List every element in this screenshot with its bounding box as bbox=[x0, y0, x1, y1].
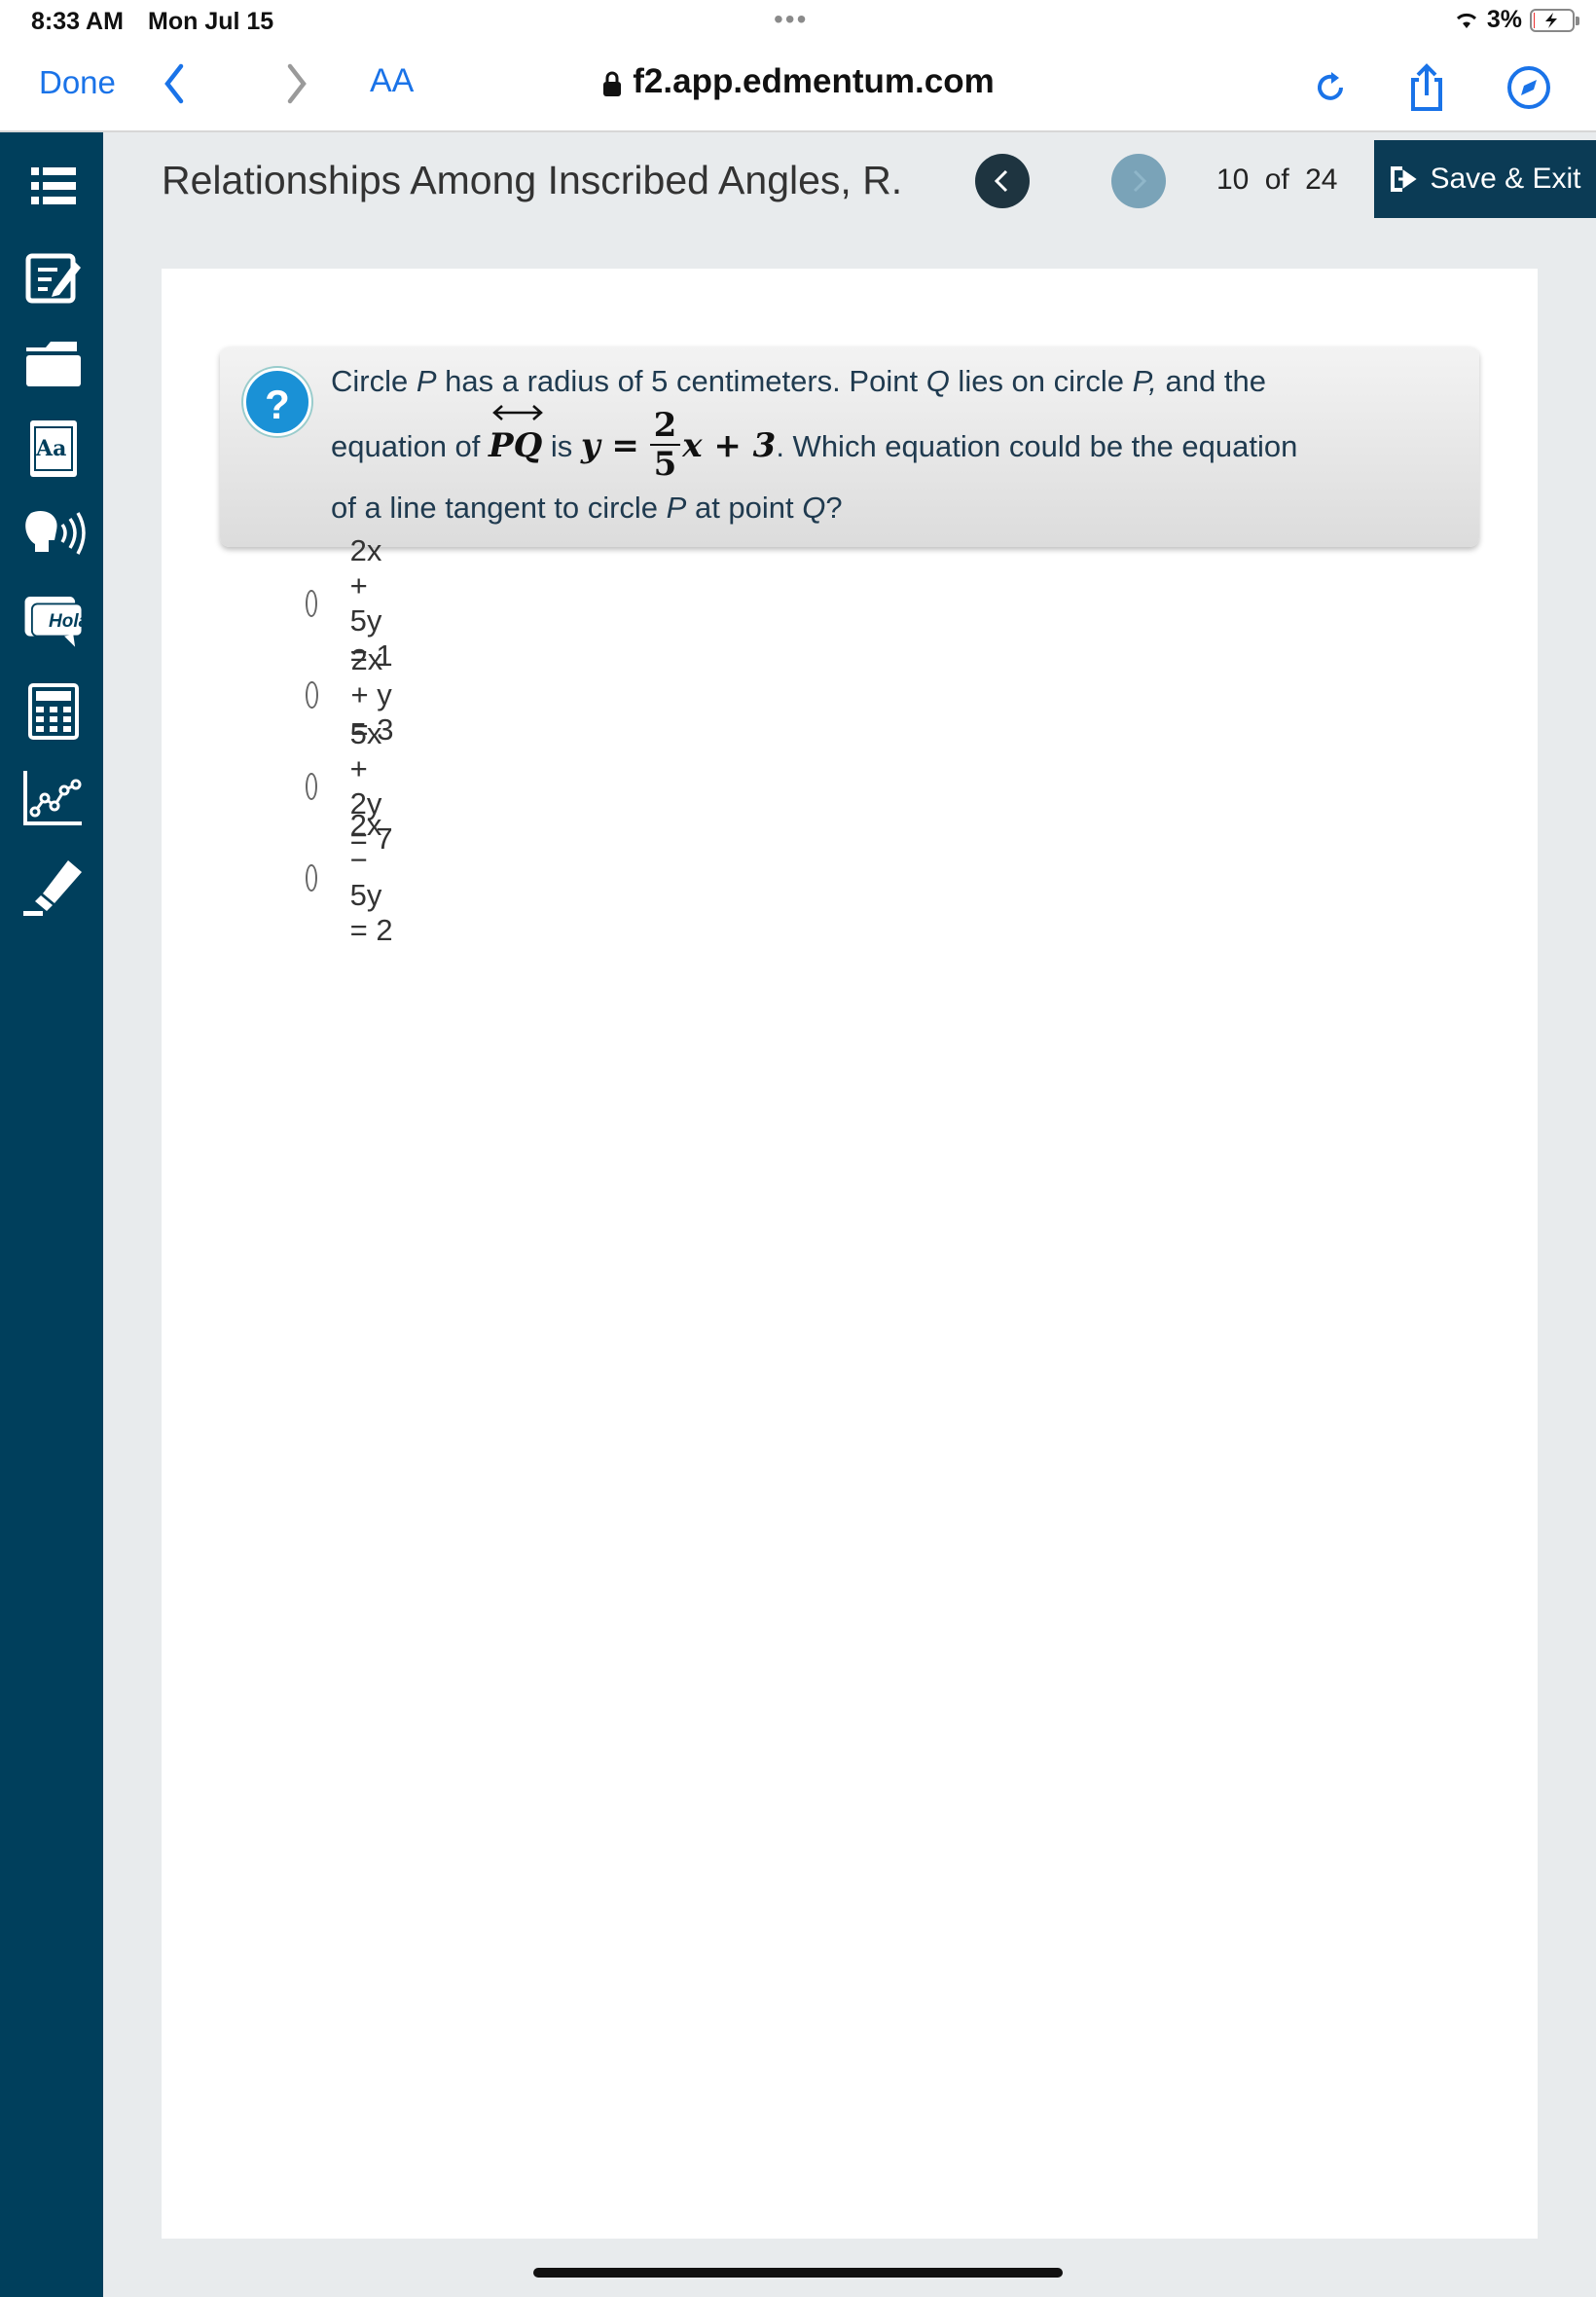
status-right: 3% bbox=[1454, 6, 1579, 34]
answer-option[interactable]: 5x + 2y = 7 bbox=[306, 716, 398, 856]
url-text: f2.app.edmentum.com bbox=[633, 62, 995, 100]
home-indicator[interactable] bbox=[533, 2268, 1063, 2278]
dictionary-badge: Aa bbox=[36, 436, 67, 461]
lesson-title: Relationships Among Inscribed Angles, R. bbox=[162, 158, 903, 202]
status-date: Mon Jul 15 bbox=[148, 8, 274, 35]
reload-icon[interactable] bbox=[1310, 58, 1353, 117]
status-bar: 8:33 AM Mon Jul 15 ••• 3% bbox=[0, 0, 1596, 45]
text-to-speech-icon[interactable] bbox=[19, 500, 88, 568]
folder-icon[interactable] bbox=[19, 329, 88, 397]
calculator-icon[interactable] bbox=[19, 677, 88, 746]
lock-icon bbox=[603, 71, 622, 96]
radio-button[interactable] bbox=[306, 590, 317, 617]
radio-button[interactable] bbox=[306, 773, 317, 800]
save-exit-button[interactable]: Save & Exit bbox=[1374, 140, 1596, 218]
highlighter-icon[interactable] bbox=[19, 853, 88, 921]
dictionary-icon[interactable]: Aa bbox=[19, 415, 88, 483]
question-line-1: Circle P has a radius of 5 centimeters. … bbox=[331, 364, 1266, 398]
translate-badge: Hola bbox=[49, 611, 90, 632]
chevron-right-icon bbox=[1133, 169, 1147, 193]
question-prompt: ? Circle P has a radius of 5 centimeters… bbox=[220, 346, 1479, 547]
page-total: 24 bbox=[1305, 164, 1338, 196]
status-time: 8:33 AM bbox=[31, 8, 124, 35]
slope-fraction: 25 bbox=[649, 407, 681, 483]
compass-icon[interactable] bbox=[1505, 58, 1553, 117]
answer-option[interactable]: 2x + 5y = 1 bbox=[306, 533, 398, 673]
chevron-left-icon bbox=[994, 169, 1008, 193]
answer-label: 2x − 5y = 2 bbox=[349, 808, 393, 947]
page-current: 10 bbox=[1216, 164, 1250, 196]
battery-icon bbox=[1530, 8, 1579, 32]
radio-button[interactable] bbox=[306, 681, 318, 709]
answer-option[interactable]: 2x − 5y = 2 bbox=[306, 808, 398, 947]
battery-percent: 3% bbox=[1486, 6, 1522, 33]
next-page-button[interactable] bbox=[1111, 154, 1166, 208]
graph-icon[interactable] bbox=[19, 763, 88, 831]
browser-toolbar: Done AA f2.app.edmentum.com bbox=[0, 45, 1596, 132]
lesson-header: Relationships Among Inscribed Angles, R.… bbox=[103, 132, 1596, 230]
wifi-icon bbox=[1456, 13, 1476, 28]
notes-icon[interactable] bbox=[19, 243, 88, 311]
translate-icon[interactable]: Hola bbox=[19, 586, 90, 654]
page-counter: 10 of 24 bbox=[1216, 164, 1337, 197]
menu-icon[interactable] bbox=[19, 152, 88, 220]
answer-option[interactable]: 2x + y = 3 bbox=[306, 642, 398, 747]
share-icon[interactable] bbox=[1405, 58, 1448, 117]
radio-button[interactable] bbox=[306, 864, 317, 892]
save-exit-label: Save & Exit bbox=[1430, 163, 1581, 195]
tool-rail: Aa Hola bbox=[0, 132, 103, 2297]
question-line-3: of a line tangent to circle P at point Q… bbox=[331, 491, 843, 525]
address-bar[interactable]: f2.app.edmentum.com bbox=[0, 62, 1596, 101]
multitasking-dots-icon[interactable]: ••• bbox=[774, 4, 808, 35]
line-pq-symbol: PQ bbox=[489, 405, 543, 465]
page-of: of bbox=[1264, 164, 1289, 196]
question-mark-icon: ? bbox=[243, 368, 311, 436]
exit-icon bbox=[1391, 166, 1418, 192]
previous-page-button[interactable] bbox=[975, 154, 1030, 208]
question-line-2: equation of PQ is y = 25x + 3. Which equ… bbox=[331, 405, 1298, 484]
